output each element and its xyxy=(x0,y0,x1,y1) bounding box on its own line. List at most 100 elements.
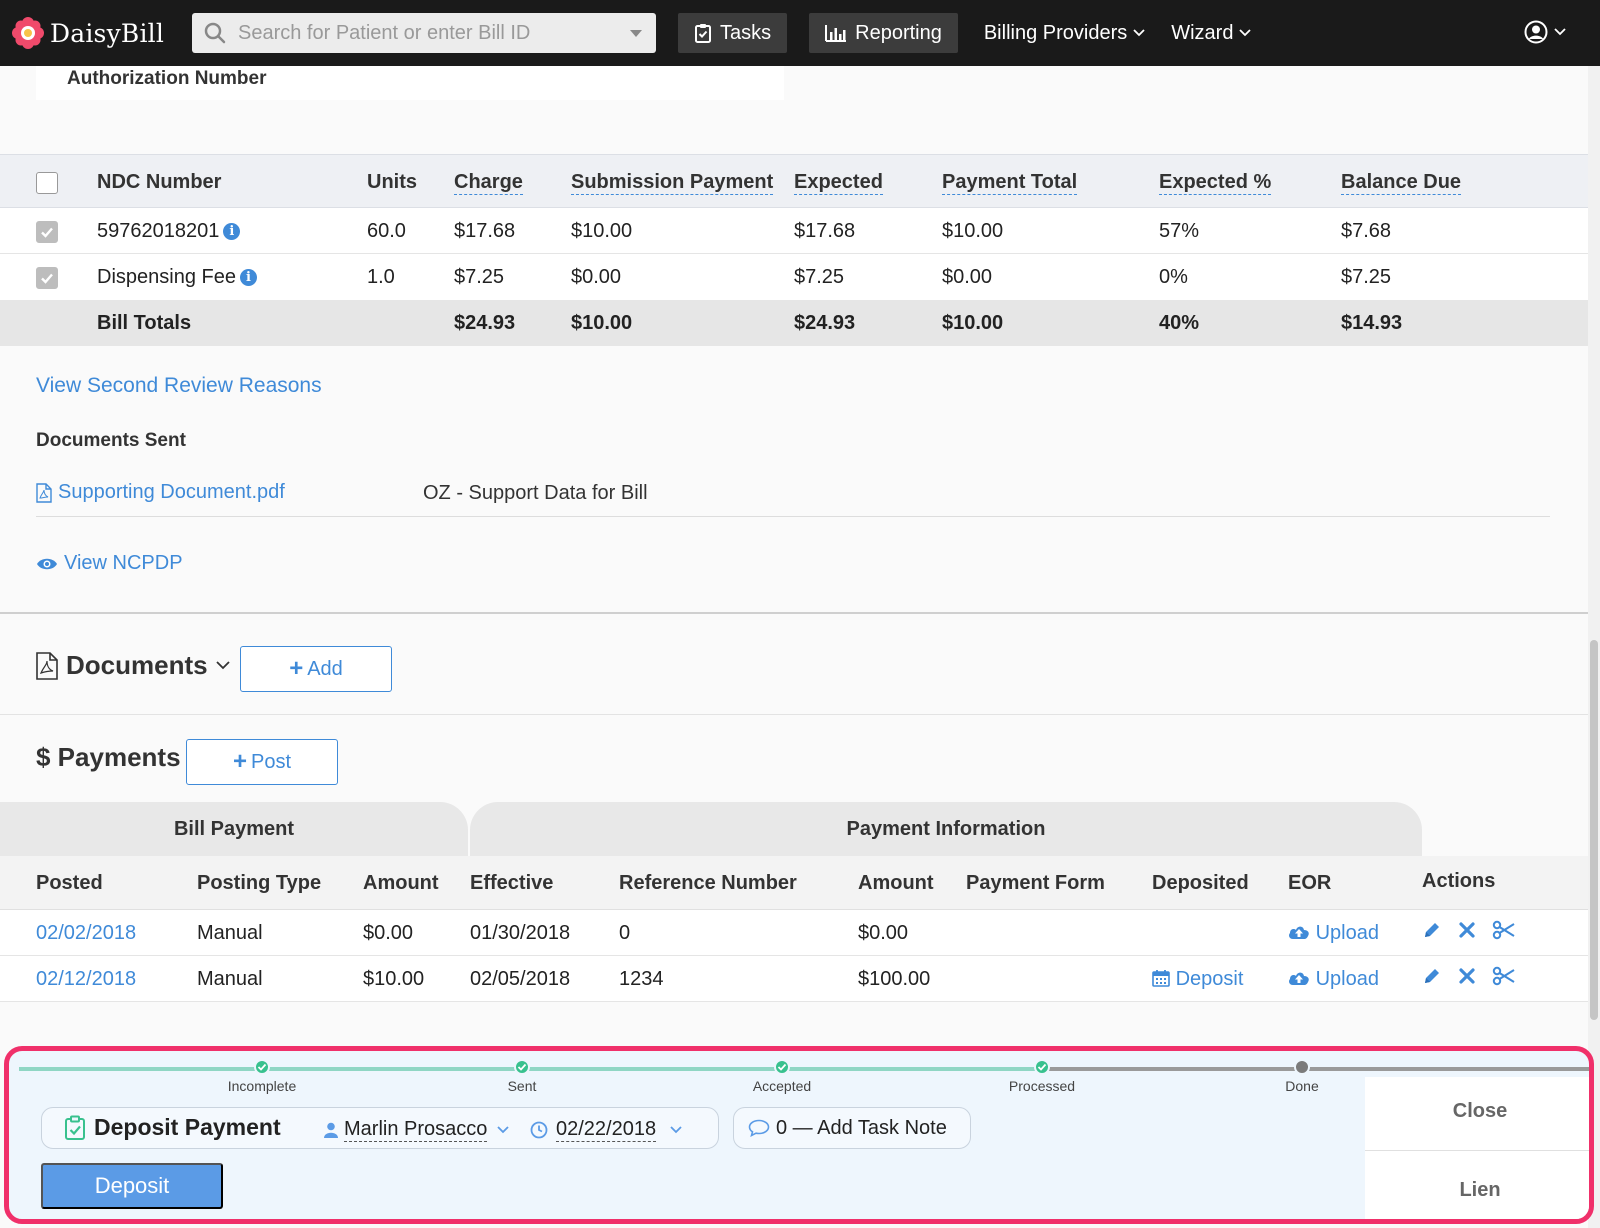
col-charge[interactable]: Charge xyxy=(454,171,523,195)
scissors-icon[interactable] xyxy=(1492,920,1516,940)
payments-table-header: Posted Posting Type Amount Effective Ref… xyxy=(0,856,1588,910)
user-menu[interactable] xyxy=(1524,20,1566,44)
deposit-label: Deposit xyxy=(1175,968,1244,990)
step-complete-check-icon xyxy=(254,1059,270,1075)
brand[interactable]: DaisyBill xyxy=(12,17,172,49)
col-payment-form: Payment Form xyxy=(966,872,1105,894)
col-ndc-number: NDC Number xyxy=(97,171,222,193)
search-dropdown-caret-icon[interactable] xyxy=(630,30,642,37)
row-checkbox[interactable] xyxy=(36,220,58,243)
documents-sent-title: Documents Sent xyxy=(36,430,186,451)
table-row: 02/12/2018 Manual $10.00 02/05/2018 1234… xyxy=(0,956,1588,1002)
row-actions xyxy=(1422,966,1516,986)
col-units: Units xyxy=(367,171,417,193)
close-task-button[interactable]: Close xyxy=(1365,1077,1589,1151)
add-document-button[interactable]: + Add xyxy=(240,646,392,692)
task-step-accepted: Accepted xyxy=(712,1059,852,1094)
view-second-review-reasons-link[interactable]: View Second Review Reasons xyxy=(36,374,322,398)
plus-icon: + xyxy=(232,748,247,775)
tasks-button[interactable]: Tasks xyxy=(678,13,788,53)
search-input[interactable] xyxy=(238,21,618,45)
pdf-file-icon xyxy=(36,482,52,503)
chevron-down-icon xyxy=(1133,29,1145,37)
col-eor: EOR xyxy=(1288,872,1332,894)
reference-number: 0 xyxy=(619,922,631,944)
delete-x-icon[interactable] xyxy=(1458,921,1476,939)
balance-due: $7.25 xyxy=(1341,266,1392,288)
upload-eor-link[interactable]: Upload xyxy=(1288,910,1379,956)
step-pending-dot-icon xyxy=(1294,1059,1310,1075)
deposit-link[interactable]: Deposit xyxy=(1152,956,1243,1002)
reporting-button[interactable]: Reporting xyxy=(809,13,958,53)
user-circle-icon xyxy=(1524,20,1548,44)
calendar-icon xyxy=(1152,970,1170,987)
effective-date: 02/05/2018 xyxy=(470,968,571,990)
task-assignee-select[interactable]: Marlin Prosacco xyxy=(324,1118,510,1142)
bill-payment-group-header: Bill Payment xyxy=(0,802,468,856)
billing-providers-menu[interactable]: Billing Providers xyxy=(984,22,1145,45)
lien-button[interactable]: Lien xyxy=(1365,1151,1589,1219)
task-step-label: Incomplete xyxy=(227,1078,297,1094)
task-name: Deposit Payment xyxy=(64,1114,281,1141)
col-actions: Actions xyxy=(1422,870,1496,892)
pencil-icon[interactable] xyxy=(1422,920,1442,940)
supporting-document-link[interactable]: Supporting Document.pdf xyxy=(36,481,285,504)
col-amount: Amount xyxy=(363,872,439,894)
delete-x-icon[interactable] xyxy=(1458,967,1476,985)
upload-eor-link[interactable]: Upload xyxy=(1288,956,1379,1002)
post-payment-button[interactable]: + Post xyxy=(186,739,338,785)
pencil-icon[interactable] xyxy=(1422,966,1442,986)
add-task-note-button[interactable]: 0 — Add Task Note xyxy=(733,1107,971,1149)
reporting-label: Reporting xyxy=(855,21,942,44)
reference-number: 1234 xyxy=(619,968,664,990)
expected: $7.25 xyxy=(794,266,845,288)
deposit-button[interactable]: Deposit xyxy=(41,1163,223,1209)
documents-section-toggle[interactable]: Documents xyxy=(36,650,238,681)
select-all-checkbox[interactable] xyxy=(36,171,58,194)
col-expected-percent[interactable]: Expected % xyxy=(1159,171,1272,195)
payments-title: $ Payments xyxy=(36,742,181,772)
col-posted: Posted xyxy=(36,872,103,894)
posted-date-link[interactable]: 02/12/2018 xyxy=(36,956,136,1002)
view-ncpdp-label: View NCPDP xyxy=(64,552,183,574)
scrollbar-thumb[interactable] xyxy=(1590,640,1598,1020)
search-box[interactable] xyxy=(192,13,656,53)
authorization-number-label: Authorization Number xyxy=(67,68,267,89)
pdf-file-icon xyxy=(36,651,58,680)
expected-percent: 0% xyxy=(1159,266,1188,288)
col-expected[interactable]: Expected xyxy=(794,171,883,195)
total-payment-total: $10.00 xyxy=(942,312,1004,334)
col-submission-payment[interactable]: Submission Payment xyxy=(571,171,774,195)
task-step-processed: Processed xyxy=(972,1059,1112,1094)
due-date: 02/22/2018 xyxy=(556,1118,657,1142)
posted-date-link[interactable]: 02/02/2018 xyxy=(36,910,136,956)
col-balance-due[interactable]: Balance Due xyxy=(1341,171,1462,195)
task-step-incomplete: Incomplete xyxy=(192,1059,332,1094)
info-icon[interactable]: i xyxy=(223,223,241,240)
expected: $17.68 xyxy=(794,220,856,242)
units: 60.0 xyxy=(367,220,406,242)
payment-information-group-header: Payment Information xyxy=(470,802,1422,856)
payment-amount: $0.00 xyxy=(858,922,909,944)
bar-chart-icon xyxy=(825,25,847,42)
scissors-icon[interactable] xyxy=(1492,966,1516,986)
comment-icon xyxy=(748,1119,770,1137)
amount: $10.00 xyxy=(363,968,425,990)
assignee-name: Marlin Prosacco xyxy=(344,1118,488,1142)
cloud-upload-icon xyxy=(1289,972,1309,985)
task-step-done: Done xyxy=(1232,1059,1372,1094)
effective-date: 01/30/2018 xyxy=(470,922,571,944)
charge: $7.25 xyxy=(454,266,505,288)
info-icon[interactable]: i xyxy=(239,269,257,286)
daisy-logo-icon xyxy=(12,17,44,49)
ndc-table-header: NDC Number Units Charge Submission Payme… xyxy=(0,154,1588,208)
task-due-date-select[interactable]: 02/22/2018 xyxy=(530,1118,682,1142)
section-divider xyxy=(0,612,1588,614)
clipboard-check-icon xyxy=(695,24,711,43)
col-payment-total[interactable]: Payment Total xyxy=(942,171,1078,195)
row-checkbox[interactable] xyxy=(36,266,58,289)
task-summary: Deposit Payment Marlin Prosacco 02/22/20… xyxy=(41,1107,719,1149)
chevron-down-icon xyxy=(670,1126,682,1134)
wizard-menu[interactable]: Wizard xyxy=(1171,22,1252,45)
view-ncpdp-link[interactable]: View NCPDP xyxy=(36,552,183,575)
